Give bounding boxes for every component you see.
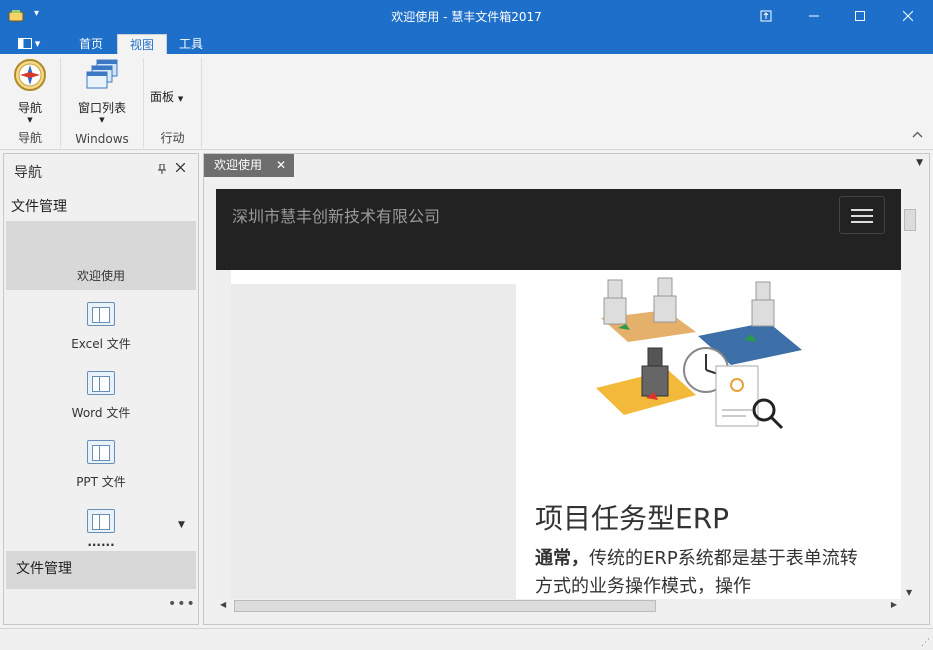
section-heading: 项目任务型ERP <box>535 502 730 535</box>
nav-item-excel[interactable]: Excel 文件 <box>6 302 196 358</box>
document-icon <box>87 509 115 533</box>
web-view: 深圳市慧丰创新技术有限公司 项目任务型ERP 通常，传统的ERP系统都是基于表单… <box>216 189 901 599</box>
nav-more-button[interactable]: ••• <box>168 596 196 612</box>
panel-top-strip <box>231 270 519 284</box>
nav-pane-title: 导航 <box>14 165 42 181</box>
nav-group-title: 文件管理 <box>11 199 67 215</box>
right-content-panel: 项目任务型ERP 通常，传统的ERP系统都是基于表单流转方式的业务操作模式，操作 <box>519 270 885 599</box>
pin-window-button[interactable] <box>743 0 789 32</box>
nav-scroll-down-button[interactable]: ▼ <box>178 520 185 530</box>
compass-icon <box>14 59 46 91</box>
tab-view[interactable]: 视图 <box>117 34 168 54</box>
hamburger-bar <box>851 215 873 217</box>
hamburger-bar <box>851 209 873 211</box>
ribbon-group-navigation: 导航 ▼ 导航 <box>0 58 61 148</box>
horizontal-scrollbar[interactable]: ◀ ▶ <box>216 599 901 613</box>
app-menu-button[interactable]: ▾ <box>12 35 46 52</box>
document-icon <box>87 302 115 326</box>
window-list-icon <box>86 59 118 89</box>
site-brand[interactable]: 深圳市慧丰创新技术有限公司 <box>232 203 440 227</box>
scrollbar-thumb[interactable] <box>234 600 656 612</box>
group-label: 行动 <box>160 131 185 145</box>
title-bar: ▾ 欢迎使用 - 慧丰文件箱2017 <box>0 0 933 32</box>
nav-item-label: Word 文件 <box>71 406 131 420</box>
scroll-down-arrow-icon[interactable]: ▼ <box>906 588 912 597</box>
navigation-button[interactable]: 导航 ▼ <box>8 58 52 124</box>
document-icon <box>87 440 115 464</box>
panel-dropdown-button[interactable]: 面板 ▼ <box>150 88 198 105</box>
section-paragraph: 通常，传统的ERP系统都是基于表单流转方式的业务操作模式，操作 <box>535 545 865 599</box>
nav-item-welcome[interactable]: 欢迎使用 <box>6 221 196 290</box>
document-area: 欢迎使用 ✕ ▼ 深圳市慧丰创新技术有限公司 项目任务型ERP 通常，传统的ER… <box>203 153 930 625</box>
nav-item-more[interactable]: ...... <box>6 509 196 549</box>
scroll-right-arrow-icon[interactable]: ▶ <box>891 600 897 609</box>
nav-item-ppt[interactable]: PPT 文件 <box>6 440 196 496</box>
nav-item-label: 欢迎使用 <box>76 269 125 283</box>
chevron-down-icon: ▼ <box>177 95 184 103</box>
maximize-button[interactable] <box>837 0 883 32</box>
pin-pane-button[interactable] <box>158 163 166 177</box>
window-list-button-label: 窗口列表 <box>77 101 126 115</box>
panel-body <box>231 284 516 599</box>
group-label: 导航 <box>17 131 42 145</box>
site-navbar: 深圳市慧丰创新技术有限公司 <box>216 189 901 270</box>
group-label: Windows <box>75 132 129 146</box>
tab-list-dropdown[interactable]: ▼ <box>916 158 923 168</box>
chevron-down-icon: ▾ <box>34 37 41 50</box>
triangle-down-icon: ▼ <box>916 158 923 168</box>
maximize-icon <box>855 11 865 21</box>
minimize-button[interactable] <box>791 0 837 32</box>
doc-tab-label: 欢迎使用 <box>214 158 263 172</box>
window-list-button[interactable]: 窗口列表 ▼ <box>71 58 133 124</box>
close-tab-icon[interactable]: ✕ <box>276 154 286 177</box>
close-window-button[interactable] <box>885 0 931 32</box>
tab-home[interactable]: 首页 <box>67 34 115 54</box>
navigation-button-label: 导航 <box>17 101 42 115</box>
ribbon-group-windows: 窗口列表 ▼ Windows <box>61 58 144 148</box>
scroll-left-arrow-icon[interactable]: ◀ <box>220 600 226 609</box>
close-pane-button[interactable] <box>175 161 186 176</box>
resize-grip-icon[interactable]: ⋰ <box>921 638 930 648</box>
vertical-scrollbar[interactable]: ▼ <box>903 203 918 599</box>
triangle-down-icon: ▼ <box>178 520 185 530</box>
close-icon <box>903 11 913 21</box>
app-menu-icon <box>17 38 32 49</box>
paragraph-lead: 通常， <box>535 548 589 569</box>
collapse-ribbon-button[interactable] <box>912 130 923 141</box>
status-bar: ⋰ <box>0 628 933 650</box>
document-icon <box>87 371 115 395</box>
close-icon <box>175 162 186 173</box>
nav-item-label: PPT 文件 <box>76 475 126 489</box>
pin-window-icon <box>760 10 772 22</box>
hamburger-menu-button[interactable] <box>839 196 885 234</box>
nav-item-label: ...... <box>87 535 115 549</box>
left-content-panel <box>216 270 519 599</box>
chevron-down-icon: ▼ <box>27 116 33 124</box>
ribbon-tab-strip: ▾ 首页 视图 工具 <box>0 32 933 54</box>
nav-item-word[interactable]: Word 文件 <box>6 371 196 427</box>
minimize-icon <box>809 15 819 17</box>
project-illustration-icon <box>596 270 803 435</box>
hamburger-bar <box>851 221 873 223</box>
pin-icon <box>158 163 166 174</box>
chevron-down-icon: ▼ <box>99 116 105 124</box>
nav-item-label: Excel 文件 <box>71 337 131 351</box>
ribbon-group-actions: 面板 ▼ 行动 <box>144 58 202 148</box>
ribbon: 导航 ▼ 导航 窗口列表 ▼ Windows 面板 ▼ 行动 <box>0 54 933 150</box>
nav-group-file-management[interactable]: 文件管理 <box>6 551 196 589</box>
doc-tab-welcome[interactable]: 欢迎使用 ✕ <box>204 154 294 177</box>
chevron-up-icon <box>912 131 923 138</box>
scrollbar-thumb[interactable] <box>904 209 916 231</box>
navigation-pane: 导航 文件管理 欢迎使用 Excel 文件 Word 文件 PPT 文件 ...… <box>3 153 199 625</box>
panel-button-label: 面板 <box>150 90 175 104</box>
tab-tools[interactable]: 工具 <box>167 34 215 54</box>
